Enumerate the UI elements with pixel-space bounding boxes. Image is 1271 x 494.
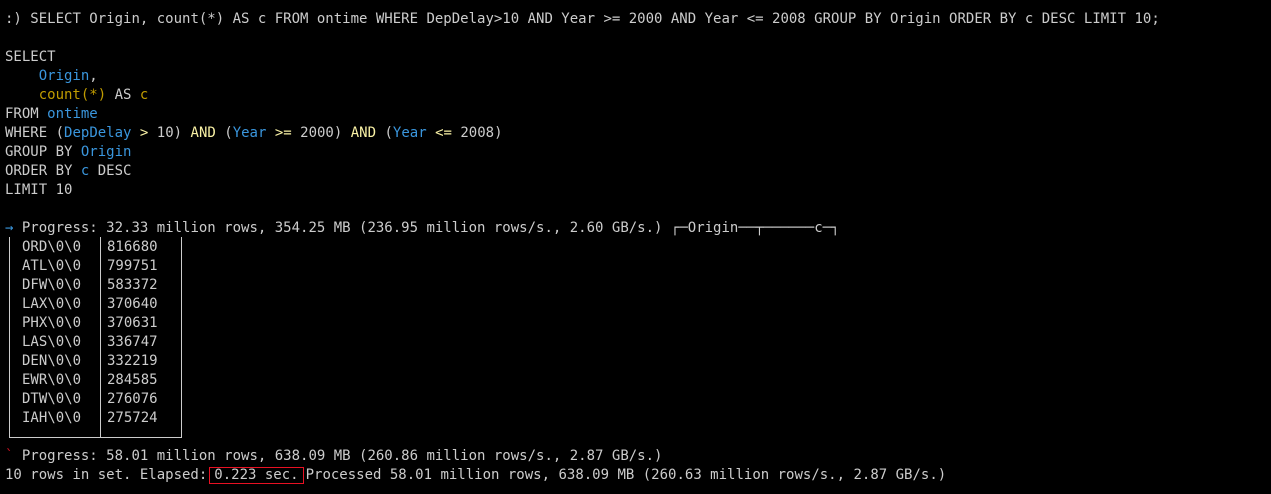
cell-count: 799751	[107, 258, 158, 274]
cell-count: 275724	[107, 410, 158, 426]
limit-value: 10	[55, 182, 73, 198]
progress-line-1: → Progress: 32.33 million rows, 354.25 M…	[5, 219, 840, 238]
summary-prefix: 10 rows in set. Elapsed:	[5, 467, 208, 483]
cell-origin: DEN\0\0	[22, 353, 82, 369]
paren-open-3: (	[384, 125, 393, 141]
column-header-c: c	[814, 220, 823, 236]
spinner-icon: `	[5, 448, 14, 464]
paren-open-1: (	[55, 125, 65, 141]
cell-origin: DFW\0\0	[22, 277, 82, 293]
cell-origin: LAX\0\0	[22, 296, 82, 312]
op-gte: >=	[274, 125, 292, 141]
cell-origin: PHX\0\0	[22, 315, 82, 331]
query-orderby-line: ORDER BY c DESC	[5, 162, 131, 181]
cell-count: 370640	[107, 296, 158, 312]
kw-limit: LIMIT	[5, 182, 48, 198]
progress-text-2: Progress: 58.01 million rows, 638.09 MB …	[21, 448, 663, 464]
query-select-line: SELECT	[5, 48, 56, 67]
fn-count: count(*)	[38, 87, 107, 103]
prompt: :)	[5, 11, 22, 27]
alias-c: c	[139, 87, 149, 103]
op-lte: <=	[435, 125, 452, 141]
col-year-1: Year	[232, 125, 267, 141]
cell-count: 284585	[107, 372, 158, 388]
col-origin: Origin	[38, 68, 90, 84]
cell-count: 276076	[107, 391, 158, 407]
kw-select: SELECT	[5, 49, 56, 65]
group-col: Origin	[80, 144, 132, 160]
col-year-2: Year	[392, 125, 427, 141]
progress-text-1: Progress: 32.33 million rows, 354.25 MB …	[21, 220, 663, 236]
kw-desc: DESC	[97, 163, 132, 179]
progress-arrow-icon: →	[5, 220, 14, 236]
kw-where: WHERE	[5, 125, 48, 141]
column-divider	[100, 237, 101, 437]
query-col2-line: count(*) AS c	[5, 86, 149, 105]
command-line[interactable]: :) SELECT Origin, count(*) AS c FROM ont…	[5, 10, 1160, 29]
comma: ,	[89, 68, 98, 84]
cell-origin: IAH\0\0	[22, 410, 82, 426]
summary-line: 10 rows in set. Elapsed: 0.223 sec. Proces…	[5, 466, 946, 485]
result-table: ORD\0\0 816680 ATL\0\0 799751 DFW\0\0 583372 L…	[9, 237, 182, 438]
query-col1-line: Origin,	[5, 67, 98, 86]
kw-group-by: GROUP BY	[5, 144, 73, 160]
table-name: ontime	[47, 106, 98, 122]
kw-from: FROM	[5, 106, 39, 122]
progress-line-2: ` Progress: 58.01 million rows, 638.09 M…	[5, 447, 662, 466]
cell-count: 370631	[107, 315, 158, 331]
op-gt: >	[139, 125, 149, 141]
cell-origin: EWR\0\0	[22, 372, 82, 388]
kw-order-by: ORDER BY	[5, 163, 73, 179]
col-depdelay: DepDelay	[64, 125, 132, 141]
command-text[interactable]: SELECT Origin, count(*) AS c FROM ontime…	[30, 11, 1159, 27]
query-limit-line: LIMIT 10	[5, 181, 72, 200]
header-left-border: ┌─	[670, 220, 688, 236]
header-right-border: ─┐	[822, 220, 840, 236]
paren-open-2: (	[224, 125, 233, 141]
cell-origin: ATL\0\0	[22, 258, 82, 274]
query-where-line: WHERE (DepDelay > 10) AND (Year >= 2000)…	[5, 124, 503, 143]
elapsed-time-highlight: 0.223 sec.	[209, 467, 304, 484]
cell-origin: ORD\0\0	[22, 239, 82, 255]
cell-count: 816680	[107, 239, 158, 255]
kw-and-1: AND	[190, 125, 216, 141]
query-from-line: FROM ontime	[5, 105, 98, 124]
val-10: 10)	[156, 125, 183, 141]
cell-count: 336747	[107, 334, 158, 350]
cell-origin: DTW\0\0	[22, 391, 82, 407]
val-2000: 2000)	[300, 125, 343, 141]
cell-count: 583372	[107, 277, 158, 293]
terminal-window[interactable]: { "input_line": { "prompt": ":)", "comma…	[0, 0, 1271, 494]
summary-suffix: Processed 58.01 million rows, 638.09 MB …	[305, 467, 947, 483]
column-header-origin: Origin	[687, 220, 739, 236]
order-col: c	[80, 163, 90, 179]
header-mid-border: ──┬──────	[738, 220, 815, 236]
table-header: ┌─Origin──┬──────c─┐	[671, 220, 840, 236]
kw-and-2: AND	[350, 125, 377, 141]
cell-origin: LAS\0\0	[22, 334, 82, 350]
val-2008: 2008)	[460, 125, 503, 141]
query-groupby-line: GROUP BY Origin	[5, 143, 131, 162]
kw-as: AS	[114, 87, 132, 103]
cell-count: 332219	[107, 353, 158, 369]
